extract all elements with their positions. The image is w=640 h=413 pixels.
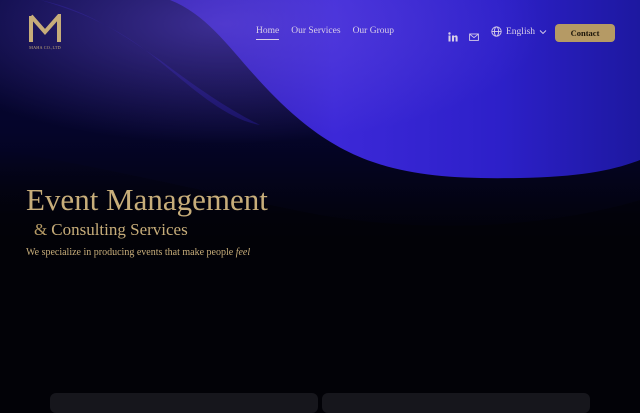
chevron-down-icon [539, 29, 547, 34]
logo-text: MAHA CO.,LTD [29, 45, 61, 50]
language-label: English [506, 26, 536, 37]
tagline-emphasis: feel [235, 247, 251, 258]
main-nav: Home Our Services Our Group [256, 26, 394, 40]
hero-tagline: We specialize in producing events that m… [26, 247, 268, 258]
content-card[interactable] [50, 393, 318, 413]
maha-logo-icon [29, 14, 61, 42]
hero-subtitle: & Consulting Services [34, 220, 268, 240]
social-links [448, 27, 479, 42]
nav-item-our-services[interactable]: Our Services [291, 26, 340, 40]
subtitle-ampersand: & [34, 220, 48, 239]
language-selector[interactable]: English [491, 26, 547, 37]
globe-icon [491, 26, 502, 37]
tagline-text: We specialize in producing events that m… [26, 247, 236, 258]
nav-item-our-group[interactable]: Our Group [353, 26, 394, 40]
hero-title: Event Management [26, 182, 268, 217]
content-card[interactable] [322, 393, 590, 413]
subtitle-text: Consulting Services [51, 220, 188, 239]
nav-item-home[interactable]: Home [256, 26, 280, 40]
company-logo[interactable]: MAHA CO.,LTD [28, 14, 62, 54]
contact-button[interactable]: Contact [555, 24, 615, 42]
mail-icon[interactable] [469, 27, 479, 41]
top-navigation-bar: MAHA CO.,LTD Home Our Services Our Group [0, 0, 640, 64]
hero-headline: Event Management & Consulting Services We… [26, 182, 268, 258]
linkedin-icon[interactable] [448, 27, 458, 42]
